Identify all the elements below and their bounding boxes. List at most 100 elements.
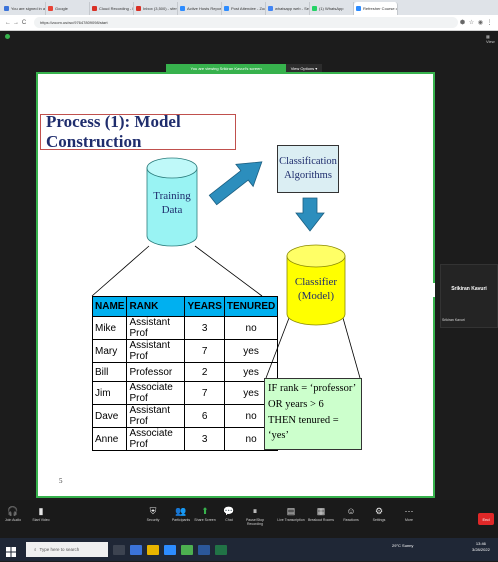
cc-icon: ▤ — [286, 506, 296, 516]
settings-icon: ⚙ — [374, 506, 384, 516]
breakout-icon: ▦ — [316, 506, 326, 516]
settings-button[interactable]: ⚙ Settings — [364, 505, 394, 522]
record-icon: ⏸ — [252, 506, 258, 516]
connector-line — [342, 317, 361, 379]
classifier-line2: (Model) — [297, 289, 335, 302]
rule-line2: OR years > 6 — [268, 398, 324, 410]
toolbar-label: Security — [146, 518, 160, 522]
more-button[interactable]: ⋯ More — [394, 505, 424, 522]
breakout-rooms-button[interactable]: ▦ Breakout Rooms — [306, 505, 336, 522]
reaction-icon: ☺ — [346, 506, 356, 516]
join-audio-button[interactable]: 🎧 Join Audio — [0, 505, 28, 522]
toolbar-label: Share Screen — [194, 518, 216, 522]
table-row: Anne Associate Prof 3 no — [91, 427, 279, 451]
connector-line — [91, 245, 150, 297]
table-row: Mary Assistant Prof 7 yes — [91, 339, 279, 363]
toolbar-label: More — [405, 518, 413, 522]
file-explorer-icon[interactable] — [147, 544, 159, 555]
cell-years: 7 — [184, 381, 225, 405]
training-data-line2: Data — [161, 203, 183, 216]
cell-years: 6 — [184, 404, 225, 428]
cell-name: Jim — [91, 381, 128, 405]
algorithms-line2: Algorithms — [284, 170, 332, 181]
audio-indicator — [433, 283, 435, 297]
toolbar-label: Participants — [171, 518, 191, 522]
excel-icon[interactable] — [215, 544, 227, 555]
cell-rank: Assistant Prof — [126, 316, 186, 340]
taskbar-search-input[interactable]: ⌕ Type here to search — [26, 542, 108, 557]
toolbar-label: Chat — [225, 518, 233, 522]
cell-rank: Assistant Prof — [126, 404, 186, 428]
training-data-line1: Training — [153, 190, 191, 202]
more-icon: ⋯ — [404, 506, 414, 516]
cell-rank: Professor — [126, 362, 186, 382]
start-video-button[interactable]: ▮ Start Video — [26, 505, 56, 522]
classifier-line1: Classifier — [294, 276, 338, 288]
end-meeting-button[interactable]: End — [478, 513, 494, 525]
cell-years: 3 — [184, 427, 225, 451]
cell-rank: Assistant Prof — [126, 339, 186, 363]
task-view-icon[interactable] — [113, 544, 125, 555]
table-row: Dave Assistant Prof 6 no — [91, 404, 279, 428]
slide-page-number: 5 — [59, 477, 63, 485]
col-header-rank: RANK — [126, 296, 186, 317]
cell-name: Anne — [91, 427, 128, 451]
search-icon: ⌕ — [34, 547, 37, 552]
col-header-years: YEARS — [184, 296, 225, 317]
weather-indicator[interactable]: 29°C Sunny — [392, 543, 413, 548]
shield-icon: ⛨ — [149, 506, 157, 516]
cell-years: 3 — [184, 316, 225, 340]
participant-label: Srikiran Kavuri — [442, 318, 465, 322]
system-clock[interactable]: 13:46 3/28/2022 — [472, 541, 490, 552]
arrow-to-classifier — [295, 197, 325, 232]
headphones-icon: 🎧 — [7, 506, 19, 516]
taskbar-app-icon[interactable] — [130, 544, 142, 555]
security-button[interactable]: ⛨ Security — [138, 505, 168, 522]
toolbar-label: Join Audio — [4, 518, 22, 522]
col-header-name: NAME — [91, 296, 128, 317]
table-row: Mike Assistant Prof 3 no — [91, 316, 279, 340]
table-row: Bill Professor 2 yes — [91, 362, 279, 382]
pause-stop-recording-button[interactable]: ⏸ Pause/Stop Recording — [240, 505, 270, 526]
video-off-icon: ▮ — [38, 506, 44, 516]
table-row: Jim Associate Prof 7 yes — [91, 381, 279, 405]
arrow-to-algorithms — [208, 161, 263, 206]
cell-rank: Associate Prof — [126, 427, 186, 451]
toolbar-label: Breakout Rooms — [307, 518, 335, 522]
windows-start-icon[interactable] — [6, 544, 16, 557]
cell-name: Mike — [91, 316, 128, 340]
cell-rank: Associate Prof — [126, 381, 186, 405]
live-transcription-button[interactable]: ▤ Live Transcription — [276, 505, 306, 522]
cell-tenured: yes — [223, 339, 279, 363]
table-header-row: NAME RANK YEARS TENURED — [91, 296, 279, 317]
taskbar-app-icon[interactable] — [164, 544, 176, 555]
toolbar-label: Start Video — [32, 518, 50, 522]
cell-years: 2 — [184, 362, 225, 382]
training-data-table: NAME RANK YEARS TENURED Mike Assistant Pr… — [91, 296, 279, 451]
cell-name: Dave — [91, 404, 128, 428]
clock-date: 3/28/2022 — [472, 546, 490, 552]
rule-line3: THEN tenured = ‘yes’ — [268, 414, 339, 442]
cell-name: Bill — [91, 362, 128, 382]
diagram-graphics — [91, 157, 361, 379]
rule-line1: IF rank = ‘professor’ — [268, 383, 357, 394]
search-placeholder: Type here to search — [39, 547, 80, 552]
col-header-tenured: TENURED — [223, 296, 279, 317]
reactions-button[interactable]: ☺ Reactions — [336, 505, 366, 522]
windows-taskbar: ⌕ Type here to search — [0, 538, 498, 561]
connector-line — [194, 245, 263, 297]
cell-tenured: no — [223, 316, 279, 340]
toolbar-label: Settings — [372, 518, 386, 522]
classifier-label: Classifier (Model) — [287, 276, 345, 304]
word-icon[interactable] — [198, 544, 210, 555]
cell-years: 7 — [184, 339, 225, 363]
toolbar-label: Live Transcription — [277, 518, 305, 522]
classification-algorithms-box: Classification Algorithms — [277, 145, 339, 193]
classification-rule-box: IF rank = ‘professor’ OR years > 6 THEN … — [264, 378, 362, 450]
cell-name: Mary — [91, 339, 128, 363]
participant-name: Srikiran Kavuri — [451, 286, 487, 292]
training-data-label: Training Data — [147, 190, 197, 218]
toolbar-label: Reactions — [343, 518, 359, 522]
taskbar-app-icon[interactable] — [181, 544, 193, 555]
algorithms-line1: Classification — [279, 156, 337, 168]
